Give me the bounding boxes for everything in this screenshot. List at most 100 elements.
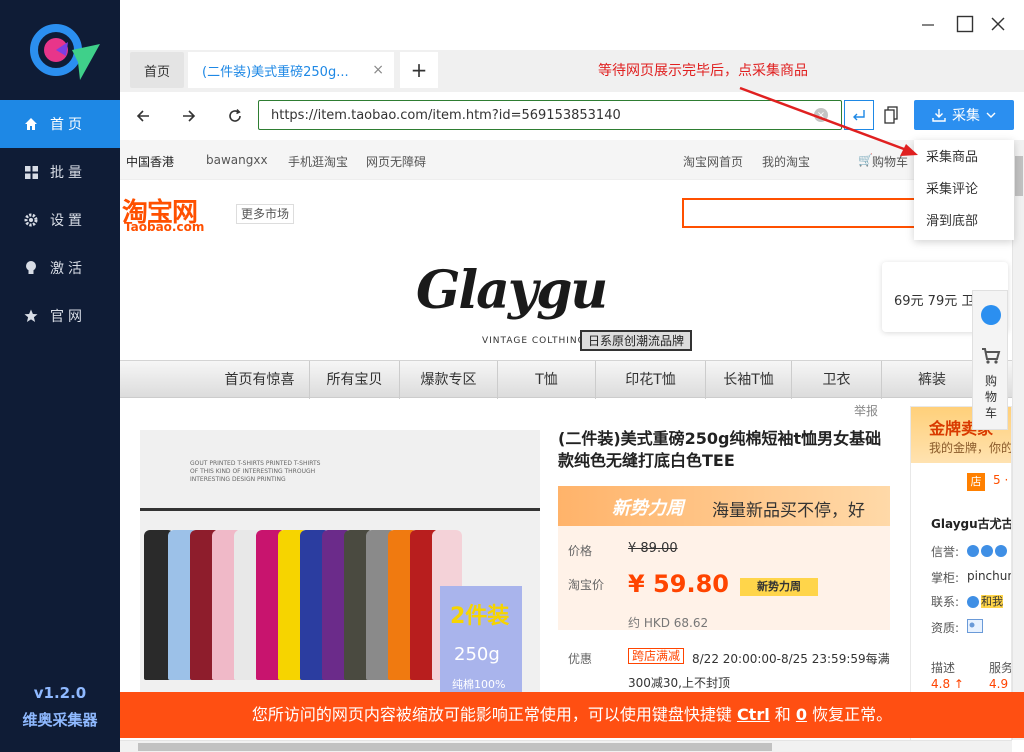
discount-tag[interactable]: 跨店满减 bbox=[628, 648, 685, 664]
shop-banner: Glaygu VINTAGE COLTHING 日系原创潮流品牌 69元 79元… bbox=[120, 260, 1012, 360]
shop-nav-item[interactable]: 裤装 bbox=[882, 361, 982, 399]
site-link-user[interactable]: bawangxx bbox=[206, 153, 268, 167]
store-icon: 店 bbox=[967, 473, 985, 491]
service-score: 4.9 bbox=[989, 677, 1009, 691]
product-image[interactable]: GOUT PRINTED T-SHIRTS PRINTED T-SHIRTS O… bbox=[140, 430, 540, 700]
instruction-annotation: 等待网页展示完毕后，点采集商品 bbox=[598, 63, 808, 79]
copy-icon bbox=[884, 106, 898, 124]
scrollbar-thumb[interactable] bbox=[138, 743, 772, 751]
collect-button[interactable]: 采集 bbox=[914, 100, 1014, 130]
download-icon bbox=[932, 109, 946, 122]
price-hkd: 约 HKD 68.62 bbox=[628, 616, 709, 630]
desc-score-label: 描述 bbox=[931, 661, 956, 675]
keeper-value[interactable]: pinchun bbox=[967, 569, 1011, 583]
menu-item-collect-reviews[interactable]: 采集评论 bbox=[914, 174, 1014, 206]
main-panel: 首页 (二件装)美式重磅250g... × + 等待网页展示完毕后，点采集商品 … bbox=[120, 0, 1024, 752]
enter-icon bbox=[853, 110, 865, 121]
qualification-icon[interactable] bbox=[967, 619, 983, 636]
brand-tagline: 日系原创潮流品牌 bbox=[580, 330, 693, 351]
sidebar-item-home[interactable]: 首页 bbox=[0, 100, 120, 148]
lightbulb-icon bbox=[24, 261, 38, 275]
menu-item-collect-product[interactable]: 采集商品 bbox=[914, 142, 1014, 174]
tab-product[interactable]: (二件装)美式重磅250g... × bbox=[188, 52, 394, 88]
shop-nav-item[interactable]: 所有宝贝 bbox=[310, 361, 400, 399]
site-link-region[interactable]: 中国香港 bbox=[126, 153, 174, 170]
sidebar-item-batch[interactable]: 批量 bbox=[0, 148, 120, 196]
contact-tag: 和我 bbox=[981, 595, 1003, 608]
browser-tab-bar: 首页 (二件装)美式重磅250g... × + bbox=[120, 50, 1024, 92]
more-markets-dropdown[interactable]: 更多市场 bbox=[236, 204, 295, 224]
go-button[interactable] bbox=[844, 100, 874, 130]
reload-button[interactable] bbox=[225, 106, 245, 126]
new-week-slogan: 海量新品买不停，好 bbox=[712, 501, 865, 521]
original-price: ¥ 89.00 bbox=[628, 541, 678, 556]
taobao-logo-en: Taobao.com bbox=[124, 220, 205, 234]
back-button[interactable] bbox=[133, 106, 153, 126]
sidebar-item-website[interactable]: 官网 bbox=[0, 292, 120, 340]
contact-label: 联系: bbox=[931, 595, 960, 609]
arrow-left-icon bbox=[136, 110, 149, 122]
shopping-cart-icon bbox=[982, 348, 1001, 364]
shop-nav-item[interactable]: 首页有惊喜 bbox=[210, 361, 310, 399]
menu-item-scroll-bottom[interactable]: 滑到底部 bbox=[914, 206, 1014, 238]
shop-nav-item[interactable]: T恤 bbox=[498, 361, 596, 399]
sidebar-item-label: 激活 bbox=[50, 261, 86, 277]
sidebar-item-activate[interactable]: 激活 bbox=[0, 244, 120, 292]
reload-icon bbox=[229, 109, 241, 122]
tab-home[interactable]: 首页 bbox=[130, 52, 184, 88]
forward-button[interactable] bbox=[179, 106, 199, 126]
title-bar bbox=[120, 0, 1024, 50]
shop-nav-item[interactable]: 爆款专区 bbox=[400, 361, 498, 399]
site-link-taobao-home[interactable]: 淘宝网首页 bbox=[683, 153, 743, 170]
app-window: 首页 批量 设置 激活 官网 v1.2.0 维奥采集器 首页 (二件装)美式重磅… bbox=[0, 0, 1024, 752]
clear-url-icon[interactable]: × bbox=[814, 108, 828, 122]
site-link-my-taobao[interactable]: 我的淘宝 bbox=[762, 153, 810, 170]
horizontal-scrollbar[interactable] bbox=[120, 740, 1012, 752]
report-link[interactable]: 举报 bbox=[854, 402, 878, 419]
diamond-icon bbox=[967, 544, 979, 557]
brand-logo: Glaygu bbox=[416, 260, 608, 321]
minimize-button[interactable] bbox=[918, 14, 938, 34]
grid-icon bbox=[24, 165, 38, 179]
reputation-label: 信誉: bbox=[931, 545, 960, 559]
chat-bubble-icon[interactable] bbox=[981, 305, 1001, 325]
maximize-icon bbox=[956, 15, 974, 33]
tab-close-button[interactable]: × bbox=[372, 62, 384, 78]
new-tab-button[interactable]: + bbox=[400, 52, 438, 88]
shop-nav-item[interactable]: 卫衣 bbox=[792, 361, 882, 399]
contact-chat-icon[interactable]: 和我 bbox=[967, 593, 1003, 609]
maximize-button[interactable] bbox=[955, 14, 975, 34]
star-icon bbox=[24, 309, 38, 323]
warning-text-end: 恢复正常。 bbox=[812, 705, 893, 724]
taobao-search-input[interactable] bbox=[682, 198, 922, 228]
shop-nav-item[interactable]: 印花T恤 bbox=[596, 361, 706, 399]
price-label: 价格 bbox=[568, 544, 593, 558]
site-link-accessibility[interactable]: 网页无障碍 bbox=[366, 153, 426, 170]
close-window-button[interactable] bbox=[988, 14, 1008, 34]
new-week-logo: 新势力周 bbox=[612, 498, 684, 519]
copy-button[interactable] bbox=[880, 100, 902, 130]
site-link-mobile[interactable]: 手机逛淘宝 bbox=[288, 153, 348, 170]
sidebar-nav: 首页 批量 设置 激活 官网 bbox=[0, 100, 120, 340]
shop-nav-item[interactable]: 长袖T恤 bbox=[706, 361, 792, 399]
taobao-header: 淘宝网 Taobao.com 更多市场 bbox=[120, 180, 1012, 260]
floating-cart[interactable]: 购物车 bbox=[972, 290, 1008, 430]
gear-icon bbox=[24, 213, 38, 227]
sidebar: 首页 批量 设置 激活 官网 v1.2.0 维奥采集器 bbox=[0, 0, 120, 752]
scrollbar-thumb[interactable] bbox=[1015, 156, 1023, 196]
discount-label: 优惠 bbox=[568, 652, 593, 666]
site-link-cart[interactable]: 购物车 bbox=[872, 153, 908, 170]
navigation-bar: https://item.taobao.com/item.htm?id=5691… bbox=[120, 92, 1024, 140]
new-week-banner[interactable]: 新势力周 海量新品买不停，好 bbox=[558, 486, 890, 526]
collect-label: 采集 bbox=[952, 108, 980, 124]
service-score-label: 服务 bbox=[989, 661, 1012, 675]
qualification-label: 资质: bbox=[931, 621, 960, 635]
shop-nav: 首页有惊喜 所有宝贝 爆款专区 T恤 印花T恤 长袖T恤 卫衣 裤装 bbox=[120, 360, 1012, 399]
shop-name[interactable]: Glaygu古尤古 bbox=[931, 515, 1011, 532]
floating-cart-label: 购物车 bbox=[985, 374, 998, 420]
version-label: v1.2.0 bbox=[33, 684, 87, 702]
sidebar-item-settings[interactable]: 设置 bbox=[0, 196, 120, 244]
url-input[interactable]: https://item.taobao.com/item.htm?id=5691… bbox=[258, 100, 842, 130]
reputation-diamonds bbox=[967, 543, 1009, 557]
sale-price-label: 淘宝价 bbox=[568, 578, 605, 592]
